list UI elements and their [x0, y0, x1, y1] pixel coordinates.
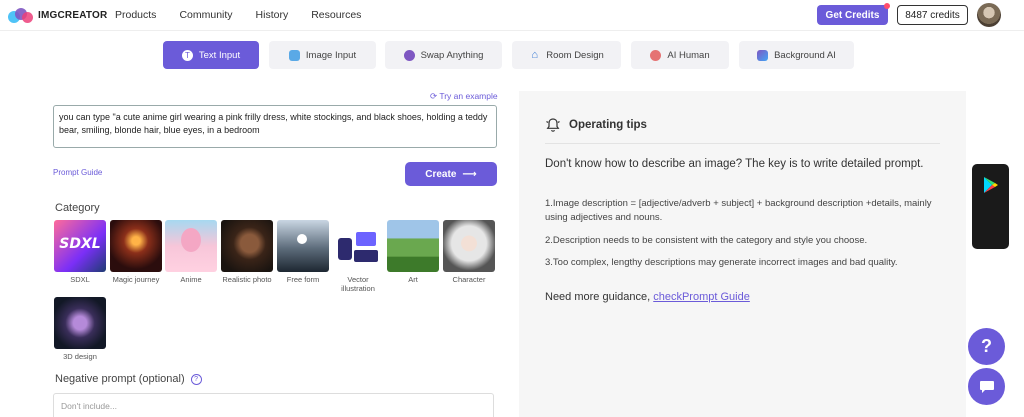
negative-prompt-label: Negative prompt (optional) — [55, 373, 185, 385]
tab-label: Background AI — [774, 49, 836, 61]
prompt-guide-link[interactable]: checkPrompt Guide — [653, 291, 750, 303]
category-item-magic-journey[interactable]: Magic journey — [110, 220, 162, 284]
help-fab-button[interactable]: ? — [968, 328, 1005, 365]
try-example-link[interactable]: ⟳ Try an example — [430, 91, 498, 102]
app-store-strip — [972, 164, 1009, 249]
try-example-label: Try an example — [439, 91, 498, 101]
tab-label: Swap Anything — [420, 49, 484, 61]
tips-header: Operating tips — [545, 117, 647, 133]
tab-image-input[interactable]: Image Input — [269, 41, 376, 69]
notification-dot — [884, 3, 890, 9]
prompt-textarea[interactable]: you can type "a cute anime girl wearing … — [53, 105, 497, 148]
category-item-anime[interactable]: Anime — [165, 220, 217, 284]
nav-resources[interactable]: Resources — [311, 9, 361, 21]
category-thumbnail: SDXL — [54, 220, 106, 272]
bell-icon — [546, 118, 560, 132]
question-icon: ? — [981, 336, 992, 356]
tab-label: Room Design — [546, 49, 604, 61]
category-item-sdxl[interactable]: SDXL SDXL — [54, 220, 106, 284]
category-item-realistic-photo[interactable]: Realistic photo — [221, 220, 273, 284]
category-thumbnail — [387, 220, 439, 272]
tip-item: 3.Too complex, lengthy descriptions may … — [545, 257, 898, 268]
tab-swap-anything[interactable]: Swap Anything — [385, 41, 502, 69]
tips-more: Need more guidance, checkPrompt Guide — [545, 291, 750, 303]
category-label: Anime — [180, 275, 202, 284]
category-label: Free form — [286, 275, 320, 284]
arrow-right-icon: ⟶ — [462, 168, 477, 180]
create-label: Create — [425, 168, 457, 180]
chat-icon — [979, 380, 994, 393]
negative-prompt-title: Negative prompt (optional) ? — [55, 373, 202, 385]
tab-text-input[interactable]: T Text Input — [163, 41, 259, 69]
tab-room-design[interactable]: ⌂ Room Design — [512, 41, 621, 69]
category-label: 3D design — [63, 352, 97, 361]
google-play-icon[interactable] — [983, 176, 999, 194]
category-title: Category — [55, 202, 100, 214]
get-credits-button[interactable]: Get Credits — [817, 3, 890, 25]
category-item-free-form[interactable]: Free form — [277, 220, 329, 284]
tips-intro: Don't know how to describe an image? The… — [545, 158, 924, 170]
tab-label: AI Human — [667, 49, 710, 61]
operating-tips-panel: Operating tips Don't know how to describ… — [519, 91, 966, 417]
negative-prompt-input[interactable]: Don't include... — [53, 393, 494, 417]
get-credits-label: Get Credits — [825, 9, 880, 21]
tab-label: Text Input — [198, 49, 241, 61]
chat-fab-button[interactable] — [968, 368, 1005, 405]
background-icon — [757, 49, 769, 61]
main-nav: Products Community History Resources — [115, 9, 384, 21]
text-t-icon: T — [181, 49, 193, 61]
category-thumbnail — [277, 220, 329, 272]
category-item-character[interactable]: Character — [443, 220, 495, 284]
category-item-vector-illustration[interactable]: Vector illustration — [332, 220, 384, 293]
logo-text: IMGCREATOR — [38, 9, 108, 21]
tip-item: 2.Description needs to be consistent wit… — [545, 235, 868, 246]
category-thumbnail — [332, 220, 384, 272]
logo-icon — [8, 5, 34, 25]
house-icon: ⌂ — [531, 49, 539, 61]
nav-community[interactable]: Community — [179, 9, 232, 21]
category-thumbnail — [443, 220, 495, 272]
tab-label: Image Input — [305, 49, 357, 61]
tab-ai-human[interactable]: AI Human — [631, 41, 729, 69]
category-thumbnail — [165, 220, 217, 272]
category-label: Realistic photo — [222, 275, 272, 284]
image-icon — [288, 49, 300, 61]
credits-badge[interactable]: 8487 credits — [897, 5, 968, 25]
nav-products[interactable]: Products — [115, 9, 156, 21]
category-item-3d-design[interactable]: 3D design — [54, 297, 106, 361]
person-icon — [650, 49, 662, 61]
category-label: Art — [408, 275, 418, 284]
create-button[interactable]: Create ⟶ — [405, 162, 497, 186]
category-thumbnail — [54, 297, 106, 349]
tip-item: 1.Image description = [adjective/adverb … — [545, 198, 932, 223]
tab-background-ai[interactable]: Background AI — [739, 41, 854, 69]
tips-title: Operating tips — [569, 119, 647, 131]
category-label: Vector illustration — [341, 275, 375, 293]
tips-more-text: Need more guidance, — [545, 291, 654, 303]
category-label: Magic journey — [112, 275, 160, 284]
nav-history[interactable]: History — [256, 9, 289, 21]
category-thumbnail — [221, 220, 273, 272]
category-thumbnail — [110, 220, 162, 272]
swap-icon — [403, 49, 415, 61]
divider — [545, 143, 940, 144]
avatar[interactable] — [977, 3, 1001, 27]
category-label: SDXL — [70, 275, 90, 284]
top-header: IMGCREATOR Products Community History Re… — [0, 0, 1024, 31]
category-item-art[interactable]: Art — [387, 220, 439, 284]
help-icon[interactable]: ? — [190, 373, 202, 385]
refresh-icon: ⟳ — [430, 91, 440, 101]
category-label: Character — [452, 275, 486, 284]
logo[interactable]: IMGCREATOR — [8, 5, 107, 25]
prompt-guide-link[interactable]: Prompt Guide — [53, 168, 102, 177]
